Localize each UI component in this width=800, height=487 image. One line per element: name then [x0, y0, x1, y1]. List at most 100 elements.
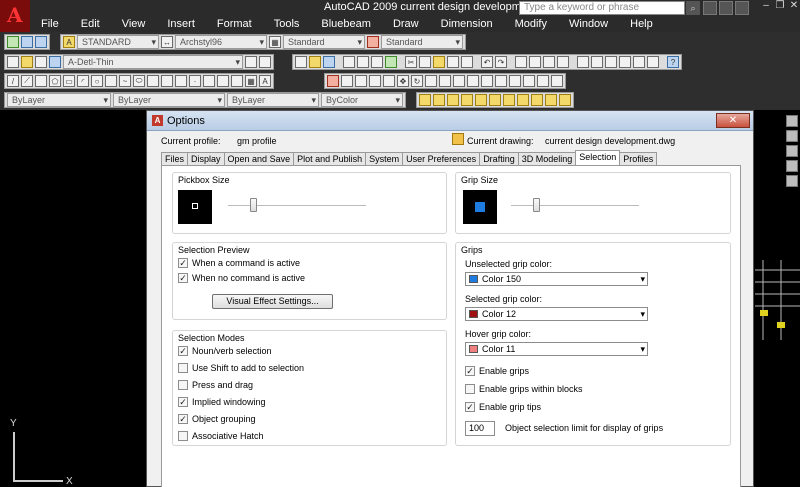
restore-icon[interactable]: ❐ — [774, 0, 786, 12]
tab-3d-modeling[interactable]: 3D Modeling — [517, 152, 577, 165]
paste-icon[interactable] — [433, 56, 445, 68]
layer-previous-icon[interactable] — [259, 56, 271, 68]
orbit-icon[interactable] — [786, 115, 798, 127]
point-icon[interactable]: · — [189, 75, 201, 87]
plot-preview-icon[interactable] — [357, 56, 369, 68]
shift-to-add-checkbox[interactable] — [178, 363, 188, 373]
enable-grips-in-blocks-checkbox[interactable] — [465, 384, 475, 394]
spline-icon[interactable]: ~ — [119, 75, 131, 87]
noun-verb-option[interactable]: ✓ Noun/verb selection — [178, 346, 272, 356]
dim-arc-icon[interactable] — [447, 94, 459, 106]
dim-angular-icon[interactable] — [517, 94, 529, 106]
grip-limit-input[interactable]: 100 — [465, 421, 495, 436]
join-icon[interactable] — [509, 75, 521, 87]
polygon-icon[interactable]: ⬠ — [49, 75, 61, 87]
tab-system[interactable]: System — [365, 152, 404, 165]
visual-effect-settings-button[interactable]: Visual Effect Settings... — [212, 294, 333, 309]
dim-continue-icon[interactable] — [559, 94, 571, 106]
zoom-extents-icon[interactable] — [786, 145, 798, 157]
enable-grip-tips-checkbox[interactable]: ✓ — [465, 402, 475, 412]
table-icon[interactable]: ▦ — [245, 75, 257, 87]
layer-manager-icon[interactable] — [7, 56, 19, 68]
layout-icon[interactable] — [35, 36, 47, 48]
plotstyle-select[interactable]: ByColor — [321, 93, 403, 107]
menu-tools[interactable]: Tools — [263, 16, 311, 32]
mirror-icon[interactable] — [355, 75, 367, 87]
make-block-icon[interactable] — [175, 75, 187, 87]
mleader-style-select[interactable]: Standard — [381, 35, 463, 49]
menu-window[interactable]: Window — [558, 16, 619, 32]
circle-icon[interactable]: ○ — [91, 75, 103, 87]
object-grouping-checkbox[interactable]: ✓ — [178, 414, 188, 424]
polyline-icon[interactable] — [35, 75, 47, 87]
tab-open-and-save[interactable]: Open and Save — [223, 152, 295, 165]
new-icon[interactable] — [295, 56, 307, 68]
color-select[interactable]: ByLayer — [7, 93, 111, 107]
enable-grips-checkbox[interactable]: ✓ — [465, 366, 475, 376]
stretch-icon[interactable] — [439, 75, 451, 87]
menu-draw[interactable]: Draw — [382, 16, 430, 32]
copy-object-icon[interactable] — [341, 75, 353, 87]
break-at-point-icon[interactable] — [481, 75, 493, 87]
tab-user-preferences[interactable]: User Preferences — [402, 152, 481, 165]
quickcalc-icon[interactable] — [647, 56, 659, 68]
sheet-set-icon[interactable] — [619, 56, 631, 68]
lineweight-select[interactable]: ByLayer — [227, 93, 319, 107]
dialog-close-button[interactable]: ✕ — [716, 113, 750, 128]
copy-icon[interactable] — [419, 56, 431, 68]
tab-files[interactable]: Files — [161, 152, 189, 165]
text-style-select[interactable]: STANDARD — [77, 35, 159, 49]
shift-to-add-option[interactable]: Use Shift to add to selection — [178, 363, 304, 373]
explode-icon[interactable] — [551, 75, 563, 87]
visual-style-icon[interactable] — [786, 175, 798, 187]
close-icon[interactable]: ✕ — [788, 0, 800, 12]
menu-file[interactable]: File — [30, 16, 70, 32]
revision-cloud-icon[interactable] — [105, 75, 117, 87]
dim-style-select[interactable]: Archstyl96 — [175, 35, 267, 49]
dim-style-icon[interactable]: ↔ — [161, 36, 173, 48]
make-current-layer-icon[interactable] — [245, 56, 257, 68]
workspace-icon[interactable] — [7, 36, 19, 48]
mleader-style-icon[interactable] — [367, 36, 379, 48]
tab-plot-and-publish[interactable]: Plot and Publish — [293, 152, 367, 165]
menu-format[interactable]: Format — [206, 16, 263, 32]
preview-when-none-checkbox[interactable]: ✓ — [178, 273, 188, 283]
layer-lock-icon[interactable] — [49, 56, 61, 68]
publish-icon[interactable] — [371, 56, 383, 68]
fillet-icon[interactable] — [537, 75, 549, 87]
dim-radius-icon[interactable] — [475, 94, 487, 106]
menu-dimension[interactable]: Dimension — [430, 16, 504, 32]
search-icon[interactable]: ⌕ — [686, 1, 700, 15]
line-icon[interactable]: / — [7, 75, 19, 87]
tool-palettes-icon[interactable] — [605, 56, 617, 68]
implied-windowing-checkbox[interactable]: ✓ — [178, 397, 188, 407]
mtext-icon[interactable]: A — [259, 75, 271, 87]
layer-on-icon[interactable] — [21, 56, 33, 68]
trim-icon[interactable] — [453, 75, 465, 87]
dim-jogged-icon[interactable] — [489, 94, 501, 106]
menu-bluebeam[interactable]: Bluebeam — [310, 16, 382, 32]
grip-size-slider[interactable] — [532, 198, 540, 212]
enable-grip-tips-option[interactable]: ✓ Enable grip tips — [465, 402, 541, 412]
layer-freeze-icon[interactable] — [35, 56, 47, 68]
gradient-icon[interactable] — [217, 75, 229, 87]
ellipse-icon[interactable]: ⬭ — [133, 75, 145, 87]
quick-dim-icon[interactable] — [531, 94, 543, 106]
selected-grip-color-select[interactable]: Color 12 ▾ — [465, 307, 648, 321]
layer-select[interactable]: A-Detl-Thin — [63, 55, 243, 69]
design-center-icon[interactable] — [591, 56, 603, 68]
menu-edit[interactable]: Edit — [70, 16, 111, 32]
help-search-input[interactable]: Type a keyword or phrase — [519, 1, 685, 15]
construction-line-icon[interactable]: ⟋ — [21, 75, 33, 87]
pan-icon[interactable] — [515, 56, 527, 68]
3d-dwf-icon[interactable] — [385, 56, 397, 68]
menu-modify[interactable]: Modify — [504, 16, 558, 32]
cut-icon[interactable]: ✂ — [405, 56, 417, 68]
menu-help[interactable]: Help — [619, 16, 664, 32]
noun-verb-checkbox[interactable]: ✓ — [178, 346, 188, 356]
app-menu-button[interactable]: A — [0, 0, 30, 34]
tab-display[interactable]: Display — [187, 152, 225, 165]
minimize-icon[interactable]: – — [760, 0, 772, 12]
block-editor-icon[interactable] — [461, 56, 473, 68]
zoom-window-icon[interactable] — [543, 56, 555, 68]
